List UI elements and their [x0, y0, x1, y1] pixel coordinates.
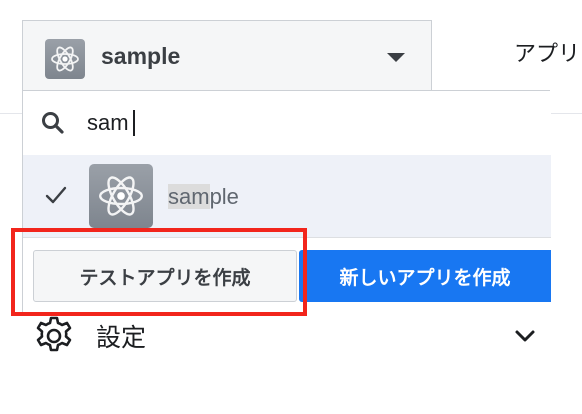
- app-selector-dropdown[interactable]: sample: [22, 20, 432, 92]
- list-item[interactable]: sample: [23, 155, 551, 237]
- check-icon: [45, 186, 67, 204]
- search-icon: [42, 112, 64, 134]
- atom-app-icon: [89, 164, 153, 228]
- text-cursor: [133, 110, 135, 136]
- settings-row[interactable]: 設定: [0, 312, 582, 362]
- gear-icon: [36, 316, 72, 352]
- app-dropdown-menu: sample テストアプリを作成 新しいアプリを作成: [22, 90, 551, 314]
- caret-down-icon[interactable]: [387, 53, 405, 62]
- tab-apps[interactable]: アプリ: [514, 36, 580, 68]
- action-buttons-row: テストアプリを作成 新しいアプリを作成: [23, 237, 551, 314]
- search-input[interactable]: [87, 105, 527, 141]
- result-app-name: sample: [168, 184, 239, 210]
- match-highlight: sam: [168, 184, 210, 209]
- name-rest: ple: [209, 184, 239, 209]
- chevron-down-icon[interactable]: [514, 328, 536, 344]
- create-test-app-button[interactable]: テストアプリを作成: [33, 250, 297, 302]
- settings-label: 設定: [96, 323, 147, 352]
- selected-app-name: sample: [101, 43, 181, 69]
- create-new-app-button[interactable]: 新しいアプリを作成: [299, 250, 551, 302]
- atom-app-icon: [45, 39, 85, 79]
- search-row: [23, 91, 551, 156]
